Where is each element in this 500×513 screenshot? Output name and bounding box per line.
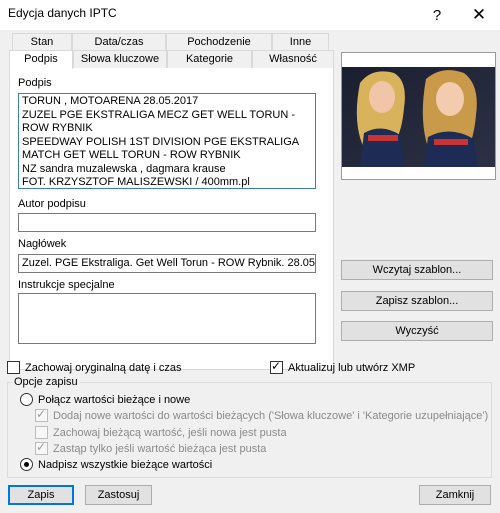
save-options-legend: Opcje zapisu	[12, 376, 80, 388]
update-xmp-option[interactable]: ✓ Aktualizuj lub utwórz XMP	[270, 359, 416, 374]
instructions-label: Instrukcje specjalne	[18, 279, 115, 291]
author-value	[19, 214, 315, 218]
tab-row-front: Podpis Słowa kluczowe Kategorie Własność	[9, 50, 334, 69]
caption-text: TORUN , MOTOARENA 28.05.2017 ZUZEL PGE E…	[22, 95, 300, 188]
keep-current-label: Zachowaj bieżącą wartość, jeśli nowa jes…	[53, 426, 287, 439]
photo-preview	[341, 52, 496, 180]
save-button[interactable]: Zapis	[8, 485, 74, 505]
add-new-checkbox[interactable]: ✓	[35, 407, 48, 422]
replace-only-option[interactable]: ✓ Zastąp tylko jeśli wartość bieżąca jes…	[35, 440, 267, 455]
author-label: Autor podpisu	[18, 198, 86, 210]
tab-podpis[interactable]: Podpis	[9, 50, 73, 69]
keep-current-option[interactable]: Zachowaj bieżącą wartość, jeśli nowa jes…	[35, 426, 287, 439]
instructions-value	[19, 294, 315, 296]
check-mark-icon: ✓	[36, 407, 47, 421]
replace-only-label: Zastąp tylko jeśli wartość bieżąca jest …	[53, 442, 267, 455]
tab-pochodzenie[interactable]: Pochodzenie	[166, 33, 272, 51]
tab-wlasnosc[interactable]: Własność	[252, 50, 334, 68]
keep-current-checkbox[interactable]	[35, 426, 48, 439]
replace-only-checkbox[interactable]: ✓	[35, 440, 48, 455]
keep-date-label: Zachowaj oryginalną datę i czas	[25, 361, 182, 374]
add-new-label: Dodaj nowe wartości do wartości bieżącyc…	[53, 409, 489, 422]
add-new-option[interactable]: ✓ Dodaj nowe wartości do wartości bieżąc…	[35, 407, 489, 422]
save-template-button[interactable]: Zapisz szablon...	[341, 291, 493, 311]
caption-textarea[interactable]: TORUN , MOTOARENA 28.05.2017 ZUZEL PGE E…	[18, 93, 316, 189]
tab-kategorie[interactable]: Kategorie	[167, 50, 252, 68]
headline-value: Zuzel. PGE Ekstraliga. Get Well Torun - …	[22, 257, 315, 269]
overwrite-option[interactable]: Nadpisz wszystkie bieżące wartości	[20, 458, 212, 471]
clear-button[interactable]: Wyczyść	[341, 321, 493, 341]
check-mark-icon: ✓	[271, 359, 282, 373]
caption-label: Podpis	[18, 77, 52, 89]
update-xmp-label: Aktualizuj lub utwórz XMP	[288, 361, 416, 374]
update-xmp-checkbox[interactable]: ✓	[270, 359, 283, 374]
headline-field[interactable]: Zuzel. PGE Ekstraliga. Get Well Torun - …	[18, 254, 316, 273]
tab-slowa-kluczowe[interactable]: Słowa kluczowe	[73, 50, 167, 68]
author-field[interactable]	[18, 213, 316, 232]
close-window-button[interactable]: ✕	[460, 0, 498, 30]
load-template-button[interactable]: Wczytaj szablon...	[341, 260, 493, 280]
apply-button[interactable]: Zastosuj	[85, 485, 152, 505]
check-mark-icon: ✓	[36, 440, 47, 454]
keep-date-option[interactable]: Zachowaj oryginalną datę i czas	[7, 361, 182, 374]
close-button[interactable]: Zamknij	[419, 485, 491, 505]
overwrite-radio[interactable]	[20, 458, 33, 471]
keep-date-checkbox[interactable]	[7, 361, 20, 374]
tab-row-back: Stan Data/czas Pochodzenie Inne	[12, 33, 329, 51]
help-button[interactable]: ?	[418, 0, 456, 30]
tab-inne[interactable]: Inne	[272, 33, 329, 51]
merge-option[interactable]: Połącz wartości bieżące i nowe	[20, 393, 190, 406]
merge-radio[interactable]	[20, 393, 33, 406]
radio-dot-icon	[24, 462, 29, 467]
window-title: Edycja danych IPTC	[8, 6, 117, 20]
overwrite-label: Nadpisz wszystkie bieżące wartości	[38, 458, 213, 471]
tab-data-czas[interactable]: Data/czas	[72, 33, 166, 51]
tab-stan[interactable]: Stan	[12, 33, 72, 51]
merge-label: Połącz wartości bieżące i nowe	[38, 393, 191, 406]
headline-label: Nagłówek	[18, 238, 67, 250]
photo-thumbnail	[342, 53, 495, 179]
instructions-textarea[interactable]	[18, 293, 316, 344]
